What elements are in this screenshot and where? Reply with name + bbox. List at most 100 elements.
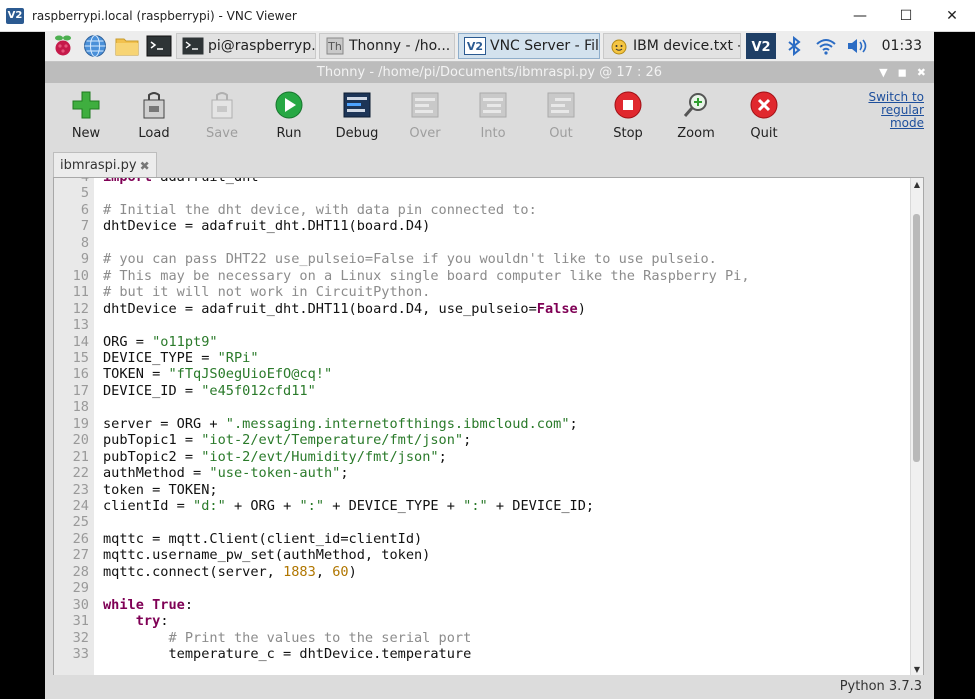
line-number: 11	[72, 284, 89, 301]
line-number: 27	[72, 547, 89, 564]
code-line[interactable]: pubTopic1 = "iot-2/evt/Temperature/fmt/j…	[103, 432, 471, 448]
vnc-tray-icon[interactable]: V2	[745, 33, 776, 59]
code-line[interactable]: # but it will not work in CircuitPython.	[103, 284, 430, 300]
thonny-window-title: Thonny - /home/pi/Documents/ibmraspi.py …	[316, 65, 663, 80]
line-number: 9	[80, 251, 89, 268]
tab-ibmraspi[interactable]: ibmraspi.py ✖	[53, 152, 157, 178]
chevron-down-icon[interactable]: ▼	[879, 66, 887, 79]
quit-button[interactable]: Quit	[734, 89, 794, 141]
minimize-button[interactable]: —	[837, 0, 883, 31]
code-line[interactable]: clientId = "d:" + ORG + ":" + DEVICE_TYP…	[103, 498, 594, 514]
code-line[interactable]: # This may be necessary on a Linux singl…	[103, 268, 750, 284]
code-line[interactable]: # Initial the dht device, with data pin …	[103, 202, 537, 218]
svg-text:V2: V2	[751, 40, 770, 55]
line-number: 33	[72, 646, 89, 663]
code-editor[interactable]: 4 import adafruit_dht 5 6 # Initial the dht …	[53, 177, 924, 676]
maximize-button[interactable]: ☐	[883, 0, 929, 31]
code-line[interactable]: temperature_c = dhtDevice.temperature	[103, 646, 471, 662]
thonny-icon: Th	[325, 37, 345, 55]
bluetooth-icon[interactable]	[780, 34, 808, 58]
task-label: VNC Server - Fil...	[490, 38, 599, 54]
code-line[interactable]: TOKEN = "fTqJS0egUioEfO@cq!"	[103, 366, 332, 382]
code-line[interactable]: DEVICE_TYPE = "RPi"	[103, 350, 259, 366]
terminal-launcher-icon[interactable]	[145, 34, 173, 58]
debug-button[interactable]: Debug	[327, 89, 387, 141]
task-text-editor[interactable]: IBM device.txt -...	[603, 33, 741, 59]
thonny-title-bar: Thonny - /home/pi/Documents/ibmraspi.py …	[45, 62, 934, 83]
line-number: 4	[80, 177, 89, 185]
code-line[interactable]: ORG = "o11pt9"	[103, 334, 218, 350]
line-number: 21	[72, 448, 89, 465]
scroll-up-icon[interactable]: ▲	[911, 178, 923, 190]
code-line[interactable]: mqttc.username_pw_set(authMethod, token)	[103, 547, 430, 563]
load-button[interactable]: Load	[124, 89, 184, 141]
line-number: 23	[72, 481, 89, 498]
clock[interactable]: 01:33	[882, 38, 922, 54]
step-out-button[interactable]: Out	[531, 89, 591, 141]
task-label: IBM device.txt -...	[633, 38, 740, 54]
code-line[interactable]: import adafruit_dht	[103, 178, 259, 185]
tab-close-icon[interactable]: ✖	[140, 159, 150, 173]
file-manager-icon[interactable]	[113, 34, 141, 58]
svg-text:V2: V2	[467, 40, 483, 53]
interpreter-status[interactable]: Python 3.7.3	[840, 679, 922, 694]
editor-tab-bar: ibmraspi.py ✖	[45, 149, 934, 178]
code-line[interactable]: server = ORG + ".messaging.internetofthi…	[103, 416, 578, 432]
code-line[interactable]: authMethod = "use-token-auth";	[103, 465, 349, 481]
code-line[interactable]: DEVICE_ID = "e45f012cfd11"	[103, 383, 316, 399]
step-over-icon	[409, 89, 441, 121]
code-line[interactable]: mqttc = mqtt.Client(client_id=clientId)	[103, 531, 422, 547]
system-tray: V2 01:33	[742, 31, 934, 61]
switch-to-regular-mode-link[interactable]: Switch to regular mode	[854, 91, 924, 130]
line-number: 10	[72, 267, 89, 284]
close-icon[interactable]: ✖	[917, 66, 926, 79]
line-number: 28	[72, 563, 89, 580]
line-number: 8	[80, 234, 89, 251]
debug-icon	[341, 89, 373, 121]
wifi-icon[interactable]	[812, 34, 840, 58]
run-button[interactable]: Run	[259, 89, 319, 141]
code-line[interactable]: pubTopic2 = "iot-2/evt/Humidity/fmt/json…	[103, 449, 447, 465]
step-into-button[interactable]: Into	[463, 89, 523, 141]
step-out-icon	[545, 89, 577, 121]
vnc-icon: V2	[464, 37, 486, 55]
web-browser-icon[interactable]	[81, 34, 109, 58]
scrollbar-thumb[interactable]	[913, 214, 920, 462]
zoom-button[interactable]: Zoom	[666, 89, 726, 141]
line-number: 18	[72, 399, 89, 416]
volume-icon[interactable]	[844, 34, 872, 58]
line-number: 19	[72, 415, 89, 432]
code-line[interactable]: # Print the values to the serial port	[103, 630, 471, 646]
code-line[interactable]: token = TOKEN;	[103, 482, 218, 498]
stop-button[interactable]: Stop	[598, 89, 658, 141]
plus-icon	[70, 89, 102, 121]
code-line[interactable]: while True:	[103, 597, 193, 613]
code-line[interactable]: dhtDevice = adafruit_dht.DHT11(board.D4)	[103, 218, 430, 234]
step-over-button[interactable]: Over	[395, 89, 455, 141]
line-number: 12	[72, 300, 89, 317]
zoom-icon	[680, 89, 712, 121]
task-terminal[interactable]: pi@raspberryp...	[176, 33, 316, 59]
status-bar: Python 3.7.3	[45, 675, 934, 699]
code-line[interactable]: mqttc.connect(server, 1883, 60)	[103, 564, 357, 580]
code-line[interactable]: dhtDevice = adafruit_dht.DHT11(board.D4,…	[103, 301, 586, 317]
maximize-icon[interactable]: ◼	[898, 66, 907, 79]
line-number: 17	[72, 382, 89, 399]
vertical-scrollbar[interactable]: ▲ ▼	[910, 178, 923, 675]
line-number: 22	[72, 465, 89, 482]
raspberry-menu-icon[interactable]	[49, 34, 77, 58]
line-number: 16	[72, 366, 89, 383]
code-line[interactable]: try:	[103, 613, 169, 629]
save-icon	[206, 89, 238, 121]
new-button[interactable]: New	[56, 89, 116, 141]
close-button[interactable]: ✕	[929, 0, 975, 31]
task-vnc-server[interactable]: V2 VNC Server - Fil...	[458, 33, 600, 59]
scroll-down-icon[interactable]: ▼	[911, 663, 923, 675]
save-button[interactable]: Save	[192, 89, 252, 141]
vnc-title-bar: V2 raspberrypi.local (raspberrypi) - VNC…	[0, 0, 975, 32]
vnc-window-title: raspberrypi.local (raspberrypi) - VNC Vi…	[32, 8, 297, 23]
line-number: 13	[72, 317, 89, 334]
stop-icon	[612, 89, 644, 121]
code-line[interactable]: # you can pass DHT22 use_pulseio=False i…	[103, 251, 717, 267]
task-thonny[interactable]: Th Thonny - /ho...	[319, 33, 455, 59]
